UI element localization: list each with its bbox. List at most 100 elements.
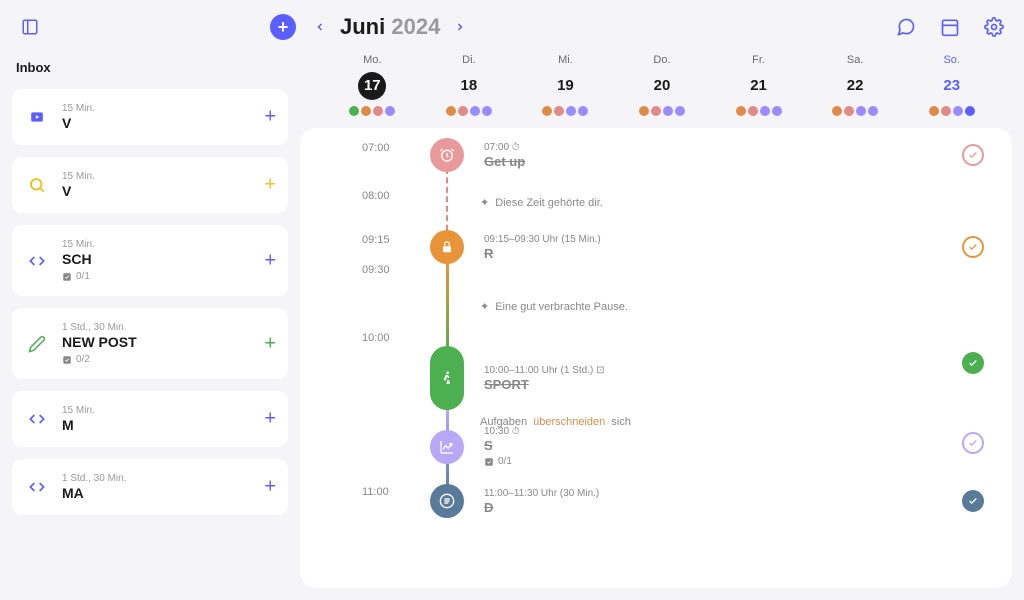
category-dot [663, 106, 673, 116]
category-dot [361, 106, 371, 116]
timeline-event[interactable]: 10:00–11:00 Uhr (1 Std.) ⊡SPORT [430, 346, 604, 410]
event-complete-toggle[interactable] [962, 490, 984, 512]
inbox-title: Inbox [12, 54, 288, 89]
category-dot [929, 106, 939, 116]
inbox-card[interactable]: 15 Min.V+ [12, 89, 288, 145]
inbox-add-button[interactable]: + [264, 174, 276, 197]
timeline-event[interactable]: 09:15–09:30 Uhr (15 Min.)R [430, 230, 601, 264]
inbox-card[interactable]: 1 Std., 30 Min.NEW POST 0/2+ [12, 308, 288, 379]
time-label: 08:00 [362, 190, 390, 202]
inbox-add-button[interactable]: + [264, 249, 276, 272]
inbox-title: M [62, 417, 274, 433]
code-icon [26, 476, 48, 498]
inbox-add-button[interactable]: + [264, 408, 276, 431]
event-title: R [484, 246, 601, 261]
weekday-21[interactable]: Fr. 21 [710, 54, 807, 116]
time-label: 09:30 [362, 264, 390, 276]
edit-icon [26, 333, 48, 355]
event-time: 10:00–11:00 Uhr (1 Std.) ⊡ [484, 365, 604, 376]
time-label: 07:00 [362, 142, 390, 154]
timeline-event[interactable]: 07:00 ⏱Get up [430, 138, 525, 172]
weekday-num: 21 [745, 72, 773, 100]
category-dot [578, 106, 588, 116]
category-dot [832, 106, 842, 116]
inbox-title: NEW POST [62, 334, 274, 350]
play-icon [26, 106, 48, 128]
category-dot [772, 106, 782, 116]
weekday-num: 20 [648, 72, 676, 100]
sidebar-toggle-icon[interactable] [16, 13, 44, 41]
month-label: Juni [340, 14, 385, 39]
event-time: 11:00–11:30 Uhr (30 Min.) [484, 488, 599, 499]
weekday-num: 23 [938, 72, 966, 100]
inbox-add-button[interactable]: + [264, 332, 276, 355]
calendar-icon[interactable] [936, 13, 964, 41]
inbox-title: SCH [62, 251, 274, 267]
event-complete-toggle[interactable] [962, 144, 984, 166]
category-dot [542, 106, 552, 116]
weekday-22[interactable]: Sa.22 [807, 54, 904, 116]
weekday-num: 22 [841, 72, 869, 100]
category-dot [941, 106, 951, 116]
event-complete-toggle[interactable] [962, 352, 984, 374]
event-title: D [484, 500, 599, 515]
weekday-abbr: Di. [421, 54, 518, 66]
chat-icon[interactable] [892, 13, 920, 41]
event-title: SPORT [484, 377, 604, 392]
inbox-card[interactable]: 15 Min.M+ [12, 391, 288, 447]
inbox-card[interactable]: 15 Min.SCH 0/1+ [12, 225, 288, 296]
alarm-icon [430, 138, 464, 172]
weekday-abbr: So. [903, 54, 1000, 66]
weekday-num: 17 [358, 72, 386, 100]
inbox-subtasks: 0/2 [62, 354, 274, 365]
prev-month-button[interactable] [308, 15, 332, 39]
category-dot [482, 106, 492, 116]
lock-icon [430, 230, 464, 264]
weekday-dots [807, 106, 904, 116]
weekday-dots [614, 106, 711, 116]
category-dot [349, 106, 359, 116]
inbox-card[interactable]: 1 Std., 30 Min.MA+ [12, 459, 288, 515]
inbox-card[interactable]: 15 Min.V+ [12, 157, 288, 213]
inbox-duration: 1 Std., 30 Min. [62, 322, 274, 333]
category-dot [566, 106, 576, 116]
timeline-event[interactable]: 11:00–11:30 Uhr (30 Min.)D [430, 484, 599, 518]
weekday-18[interactable]: Di. 18 [421, 54, 518, 116]
weekday-23[interactable]: So. 23 [903, 54, 1000, 116]
timeline-event[interactable]: 10:30 ⏱S 0/1 [430, 426, 520, 467]
timeline-note: ✦ Eine gut verbrachte Pause. [480, 300, 628, 313]
category-dot [965, 106, 975, 116]
list-icon [430, 484, 464, 518]
event-complete-toggle[interactable] [962, 236, 984, 258]
weekday-20[interactable]: Do. 20 [614, 54, 711, 116]
weekday-abbr: Mi. [517, 54, 614, 66]
add-button[interactable]: + [270, 14, 296, 40]
category-dot [470, 106, 480, 116]
inbox-duration: 15 Min. [62, 171, 274, 182]
search-icon [26, 174, 48, 196]
event-time: 07:00 ⏱ [484, 142, 525, 153]
weekday-17[interactable]: Mo.17 [324, 54, 421, 116]
sparkle-icon: ✦ [480, 196, 489, 209]
inbox-title: V [62, 115, 274, 131]
category-dot [639, 106, 649, 116]
sparkle-icon: ✦ [480, 300, 489, 313]
weekday-19[interactable]: Mi. 19 [517, 54, 614, 116]
next-month-button[interactable] [448, 15, 472, 39]
event-complete-toggle[interactable] [962, 432, 984, 454]
weekday-dots [517, 106, 614, 116]
time-label: 11:00 [362, 486, 389, 498]
category-dot [736, 106, 746, 116]
weekday-dots [421, 106, 518, 116]
category-dot [373, 106, 383, 116]
chart-icon [430, 430, 464, 464]
weekday-abbr: Do. [614, 54, 711, 66]
weekday-num: 18 [455, 72, 483, 100]
weekday-abbr: Fr. [710, 54, 807, 66]
weekday-num: 19 [551, 72, 579, 100]
inbox-title: V [62, 183, 274, 199]
category-dot [844, 106, 854, 116]
inbox-add-button[interactable]: + [264, 106, 276, 129]
settings-icon[interactable] [980, 13, 1008, 41]
inbox-add-button[interactable]: + [264, 476, 276, 499]
